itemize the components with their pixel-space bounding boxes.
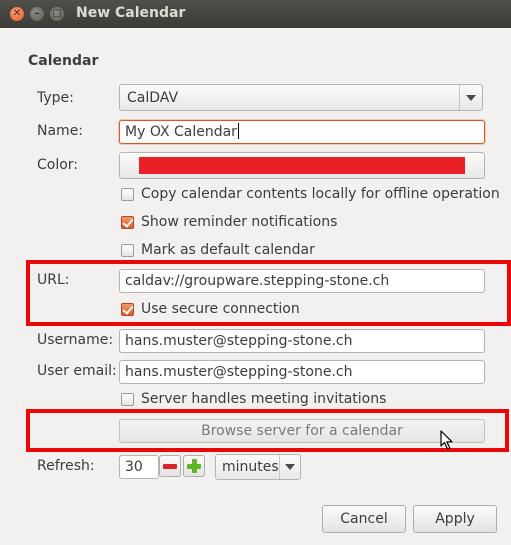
minus-icon <box>163 464 177 469</box>
type-select-value: CalDAV <box>127 90 179 106</box>
offline-checkbox[interactable] <box>121 188 134 201</box>
name-input-value: My OX Calendar <box>125 124 237 140</box>
name-input[interactable]: My OX Calendar <box>119 120 485 144</box>
user-email-input[interactable]: hans.muster@stepping-stone.ch <box>119 360 485 384</box>
decrease-button[interactable] <box>159 455 181 477</box>
meeting-label: Server handles meeting invitations <box>141 391 387 407</box>
meeting-checkbox[interactable] <box>121 393 134 406</box>
username-input[interactable]: hans.muster@stepping-stone.ch <box>119 329 485 353</box>
minimize-window-button[interactable]: – <box>30 7 44 21</box>
plus-icon-vertical <box>192 459 197 473</box>
mouse-pointer-icon <box>440 430 453 450</box>
color-picker-button[interactable] <box>119 152 485 179</box>
refresh-unit-select[interactable]: minutes <box>215 454 301 480</box>
calendar-section-title: Calendar <box>28 53 99 69</box>
username-label: Username: <box>37 332 114 348</box>
browse-highlight-box <box>26 409 509 452</box>
offline-label: Copy calendar contents locally for offli… <box>141 186 500 202</box>
refresh-unit-value: minutes <box>222 459 279 475</box>
url-highlight-box <box>26 260 511 326</box>
color-label: Color: <box>37 157 79 173</box>
type-label: Type: <box>37 90 74 106</box>
cancel-button[interactable]: Cancel <box>322 505 406 533</box>
default-checkbox[interactable] <box>121 244 134 257</box>
chevron-down-icon <box>466 95 476 101</box>
chevron-down-icon <box>285 464 295 470</box>
refresh-label: Refresh: <box>37 458 95 474</box>
reminders-label: Show reminder notifications <box>141 214 338 230</box>
increase-button[interactable] <box>183 455 205 477</box>
apply-button[interactable]: Apply <box>413 505 497 533</box>
user-email-label: User email: <box>37 363 117 379</box>
type-select[interactable]: CalDAV <box>119 84 483 111</box>
reminders-checkbox[interactable] <box>121 216 134 229</box>
maximize-window-button[interactable]: □ <box>50 7 64 21</box>
new-calendar-window: ✕ – □ New Calendar Calendar Type: CalDAV… <box>0 0 511 545</box>
name-label: Name: <box>37 123 84 139</box>
refresh-unit-toggle[interactable] <box>279 455 300 479</box>
text-caret <box>237 123 239 139</box>
type-select-toggle[interactable] <box>459 85 482 110</box>
title-bar: ✕ – □ New Calendar <box>0 0 511 28</box>
window-title: New Calendar <box>76 5 186 21</box>
color-swatch <box>139 157 465 174</box>
close-window-button[interactable]: ✕ <box>10 7 24 21</box>
default-label: Mark as default calendar <box>141 242 315 258</box>
refresh-interval-input[interactable]: 30 <box>119 455 159 479</box>
